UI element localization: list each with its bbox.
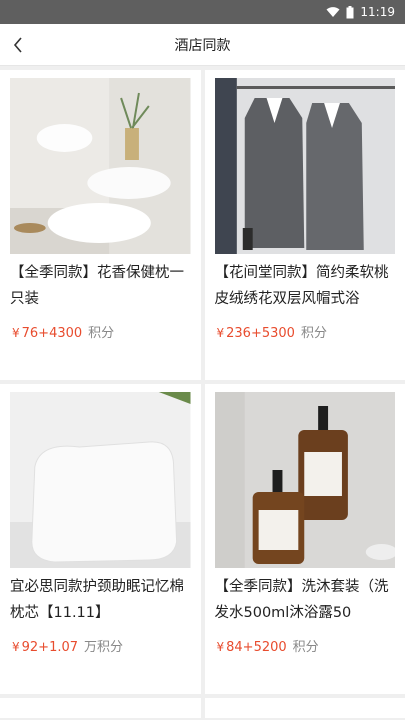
back-button[interactable] <box>0 24 36 66</box>
product-card-partial[interactable] <box>204 698 405 718</box>
product-title[interactable]: 【花间堂同款】简约柔软桃皮绒绣花双层风帽式浴 <box>205 254 405 314</box>
battery-icon <box>346 5 354 19</box>
product-price: ¥ 236+5300 积分 <box>216 326 327 341</box>
navigation-bar: 酒店同款 <box>0 24 405 66</box>
product-title[interactable]: 【全季同款】洗沐套装（洗发水500ml沐浴露50 <box>205 568 405 628</box>
product-image[interactable] <box>214 78 395 254</box>
page-title: 酒店同款 <box>174 37 231 54</box>
wifi-icon <box>326 6 340 18</box>
product-price: ¥ 76+4300 积分 <box>12 326 115 341</box>
product-card[interactable]: 【全季同款】洗沐套装（洗发水500ml沐浴露50 ¥ 84+5200 积分 <box>204 384 405 694</box>
product-price: ¥ 92+1.07 万积分 <box>12 640 124 655</box>
product-title[interactable]: 宜必思同款护颈助眠记忆棉枕芯【11.11】 <box>0 568 201 628</box>
product-image[interactable] <box>10 392 191 568</box>
product-image[interactable] <box>10 78 191 254</box>
product-card-partial[interactable] <box>0 698 201 718</box>
product-price: ¥ 84+5200 积分 <box>216 640 319 655</box>
status-bar: 11:19 <box>0 0 405 24</box>
product-title[interactable]: 【全季同款】花香保健枕一只装 <box>0 254 201 314</box>
product-grid: 【全季同款】花香保健枕一只装 ¥ 76+4300 积分 【花间堂同款】简约柔软桃… <box>0 66 405 694</box>
product-card[interactable]: 宜必思同款护颈助眠记忆棉枕芯【11.11】 ¥ 92+1.07 万积分 <box>0 384 201 694</box>
product-card[interactable]: 【全季同款】花香保健枕一只装 ¥ 76+4300 积分 <box>0 70 201 380</box>
product-image[interactable] <box>214 392 395 568</box>
product-card[interactable]: 【花间堂同款】简约柔软桃皮绒绣花双层风帽式浴 ¥ 236+5300 积分 <box>204 70 405 380</box>
status-time: 11:19 <box>360 5 395 19</box>
chevron-left-icon <box>13 37 22 53</box>
next-row-partial <box>0 698 405 718</box>
